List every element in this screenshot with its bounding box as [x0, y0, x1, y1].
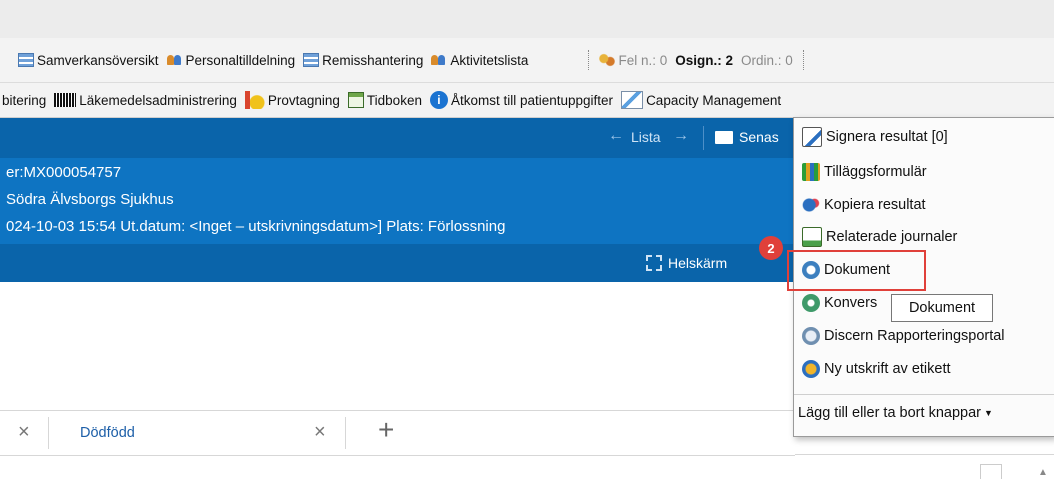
add-tab-icon[interactable]: +	[378, 414, 394, 446]
calendar-icon	[347, 92, 364, 108]
menu-item-konvers[interactable]: Konvers	[802, 290, 877, 316]
lista-button[interactable]: Lista	[631, 129, 661, 145]
scroll-up-arrow-icon[interactable]: ▲	[1038, 467, 1048, 478]
menu-item-tillaggsformular[interactable]: Tilläggsformulär	[802, 159, 927, 185]
info-icon: i	[429, 91, 448, 109]
tab-divider	[345, 417, 346, 449]
tab-dodfodd[interactable]: Dödfödd	[80, 425, 135, 441]
keys-icon	[599, 53, 616, 67]
barcode-icon	[54, 93, 77, 107]
menu-divider	[794, 394, 1054, 395]
dropdown-caret-icon: ▼	[983, 408, 993, 418]
menu-footer-add-remove[interactable]: Lägg till eller ta bort knappar ▼	[798, 400, 993, 426]
toolbar-item-tidboken[interactable]: Tidboken	[347, 92, 422, 108]
folder-icon	[715, 131, 733, 144]
fullscreen-button[interactable]: Helskärm	[668, 255, 727, 271]
sign-icon	[802, 127, 822, 147]
status-ordin: Ordin.: 0	[741, 52, 793, 68]
patient-admission: 024-10-03 15:54 Ut.datum: <Inget – utskr…	[6, 218, 506, 235]
view-bar: Helskärm	[0, 244, 795, 282]
status-fel: Fel n.: 0	[618, 52, 668, 68]
nav-bar: ← Lista → Senas	[0, 118, 795, 158]
conversation-icon	[802, 294, 820, 312]
journal-icon	[802, 227, 822, 247]
menu-item-signera[interactable]: Signera resultat [0]	[802, 124, 948, 150]
toolbar-separator	[588, 50, 591, 70]
forward-arrow-icon[interactable]: →	[673, 127, 689, 145]
toolbar-row-1: Samverkansöversikt Personaltilldelning R…	[0, 38, 1054, 83]
toolbar-item-atkomst[interactable]: i Åtkomst till patientuppgifter	[429, 91, 613, 109]
toolbar-item-bitering[interactable]: bitering	[2, 93, 46, 108]
toolbar-item-remisshantering[interactable]: Remisshantering	[303, 53, 423, 68]
back-arrow-icon[interactable]: ←	[608, 127, 624, 145]
people-icon	[431, 54, 447, 66]
grid-icon	[303, 53, 320, 67]
senaste-button[interactable]: Senas	[739, 129, 779, 145]
toolbar-item-lakemedel[interactable]: Läkemedelsadministrering	[54, 93, 237, 108]
step-badge: 2	[759, 236, 783, 260]
grid-icon	[18, 53, 34, 67]
patient-id: er:MX000054757	[6, 164, 122, 181]
toolbar-item-provtagning[interactable]: Provtagning	[244, 91, 340, 109]
close-tab-icon[interactable]: ×	[18, 421, 30, 444]
menu-item-etikett[interactable]: Ny utskrift av etikett	[802, 356, 951, 382]
menu-item-kopiera[interactable]: Kopiera resultat	[802, 192, 926, 218]
tooltip: Dokument	[891, 294, 993, 322]
people-icon	[166, 54, 183, 66]
copy-icon	[802, 196, 820, 214]
status-osign[interactable]: Osign.: 2	[675, 53, 733, 68]
toolbar-separator	[802, 50, 806, 70]
toolbar-item-aktivitetslista[interactable]: Aktivitetslista	[431, 53, 528, 68]
nav-divider	[703, 126, 704, 150]
flask-icon	[244, 91, 265, 109]
menu-item-discern[interactable]: Discern Rapporteringsportal	[802, 323, 1005, 349]
tab-divider	[48, 417, 49, 449]
toolbar-item-capacity[interactable]: Capacity Management	[621, 91, 781, 109]
toolbar-item-samverkansoversikt[interactable]: Samverkansöversikt	[18, 53, 159, 68]
toolbar-row-2: bitering Läkemedelsadministrering Provta…	[0, 83, 1054, 118]
fullscreen-icon	[646, 255, 662, 271]
report-icon	[802, 327, 820, 345]
chart-icon	[621, 91, 644, 109]
menu-item-relaterade[interactable]: Relaterade journaler	[802, 224, 957, 250]
toolbar-item-personaltilldelning[interactable]: Personaltilldelning	[166, 53, 295, 68]
patient-hospital: Södra Älvsborgs Sjukhus	[6, 191, 174, 208]
tab-strip: × Dödfödd × +	[0, 410, 795, 456]
window-top-band	[0, 0, 1054, 38]
patient-banner: er:MX000054757 Södra Älvsborgs Sjukhus 0…	[0, 158, 795, 244]
label-icon	[802, 360, 820, 378]
highlight-box	[787, 250, 926, 291]
form-icon	[802, 163, 820, 181]
close-tab-icon[interactable]: ×	[314, 421, 326, 444]
